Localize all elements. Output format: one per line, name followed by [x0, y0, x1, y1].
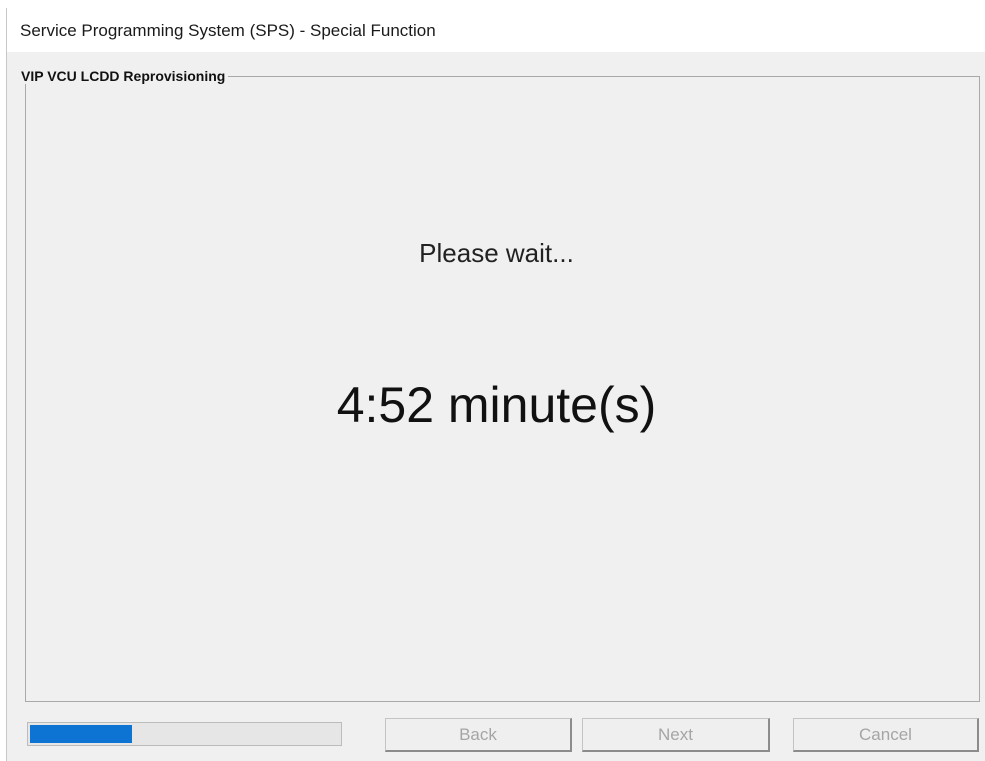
- back-button[interactable]: Back: [385, 718, 572, 752]
- next-button[interactable]: Next: [582, 718, 770, 752]
- groupbox-label: VIP VCU LCDD Reprovisioning: [18, 68, 229, 84]
- sps-window: Service Programming System (SPS) - Speci…: [6, 8, 985, 761]
- progress-bar: [27, 722, 342, 746]
- progress-bar-fill: [30, 725, 132, 743]
- cancel-button[interactable]: Cancel: [793, 718, 979, 752]
- window-title: Service Programming System (SPS) - Speci…: [20, 21, 436, 40]
- please-wait-message: Please wait...: [419, 238, 574, 268]
- title-bar[interactable]: Service Programming System (SPS) - Speci…: [7, 8, 985, 52]
- remaining-time: 4:52 minute(s): [336, 377, 657, 433]
